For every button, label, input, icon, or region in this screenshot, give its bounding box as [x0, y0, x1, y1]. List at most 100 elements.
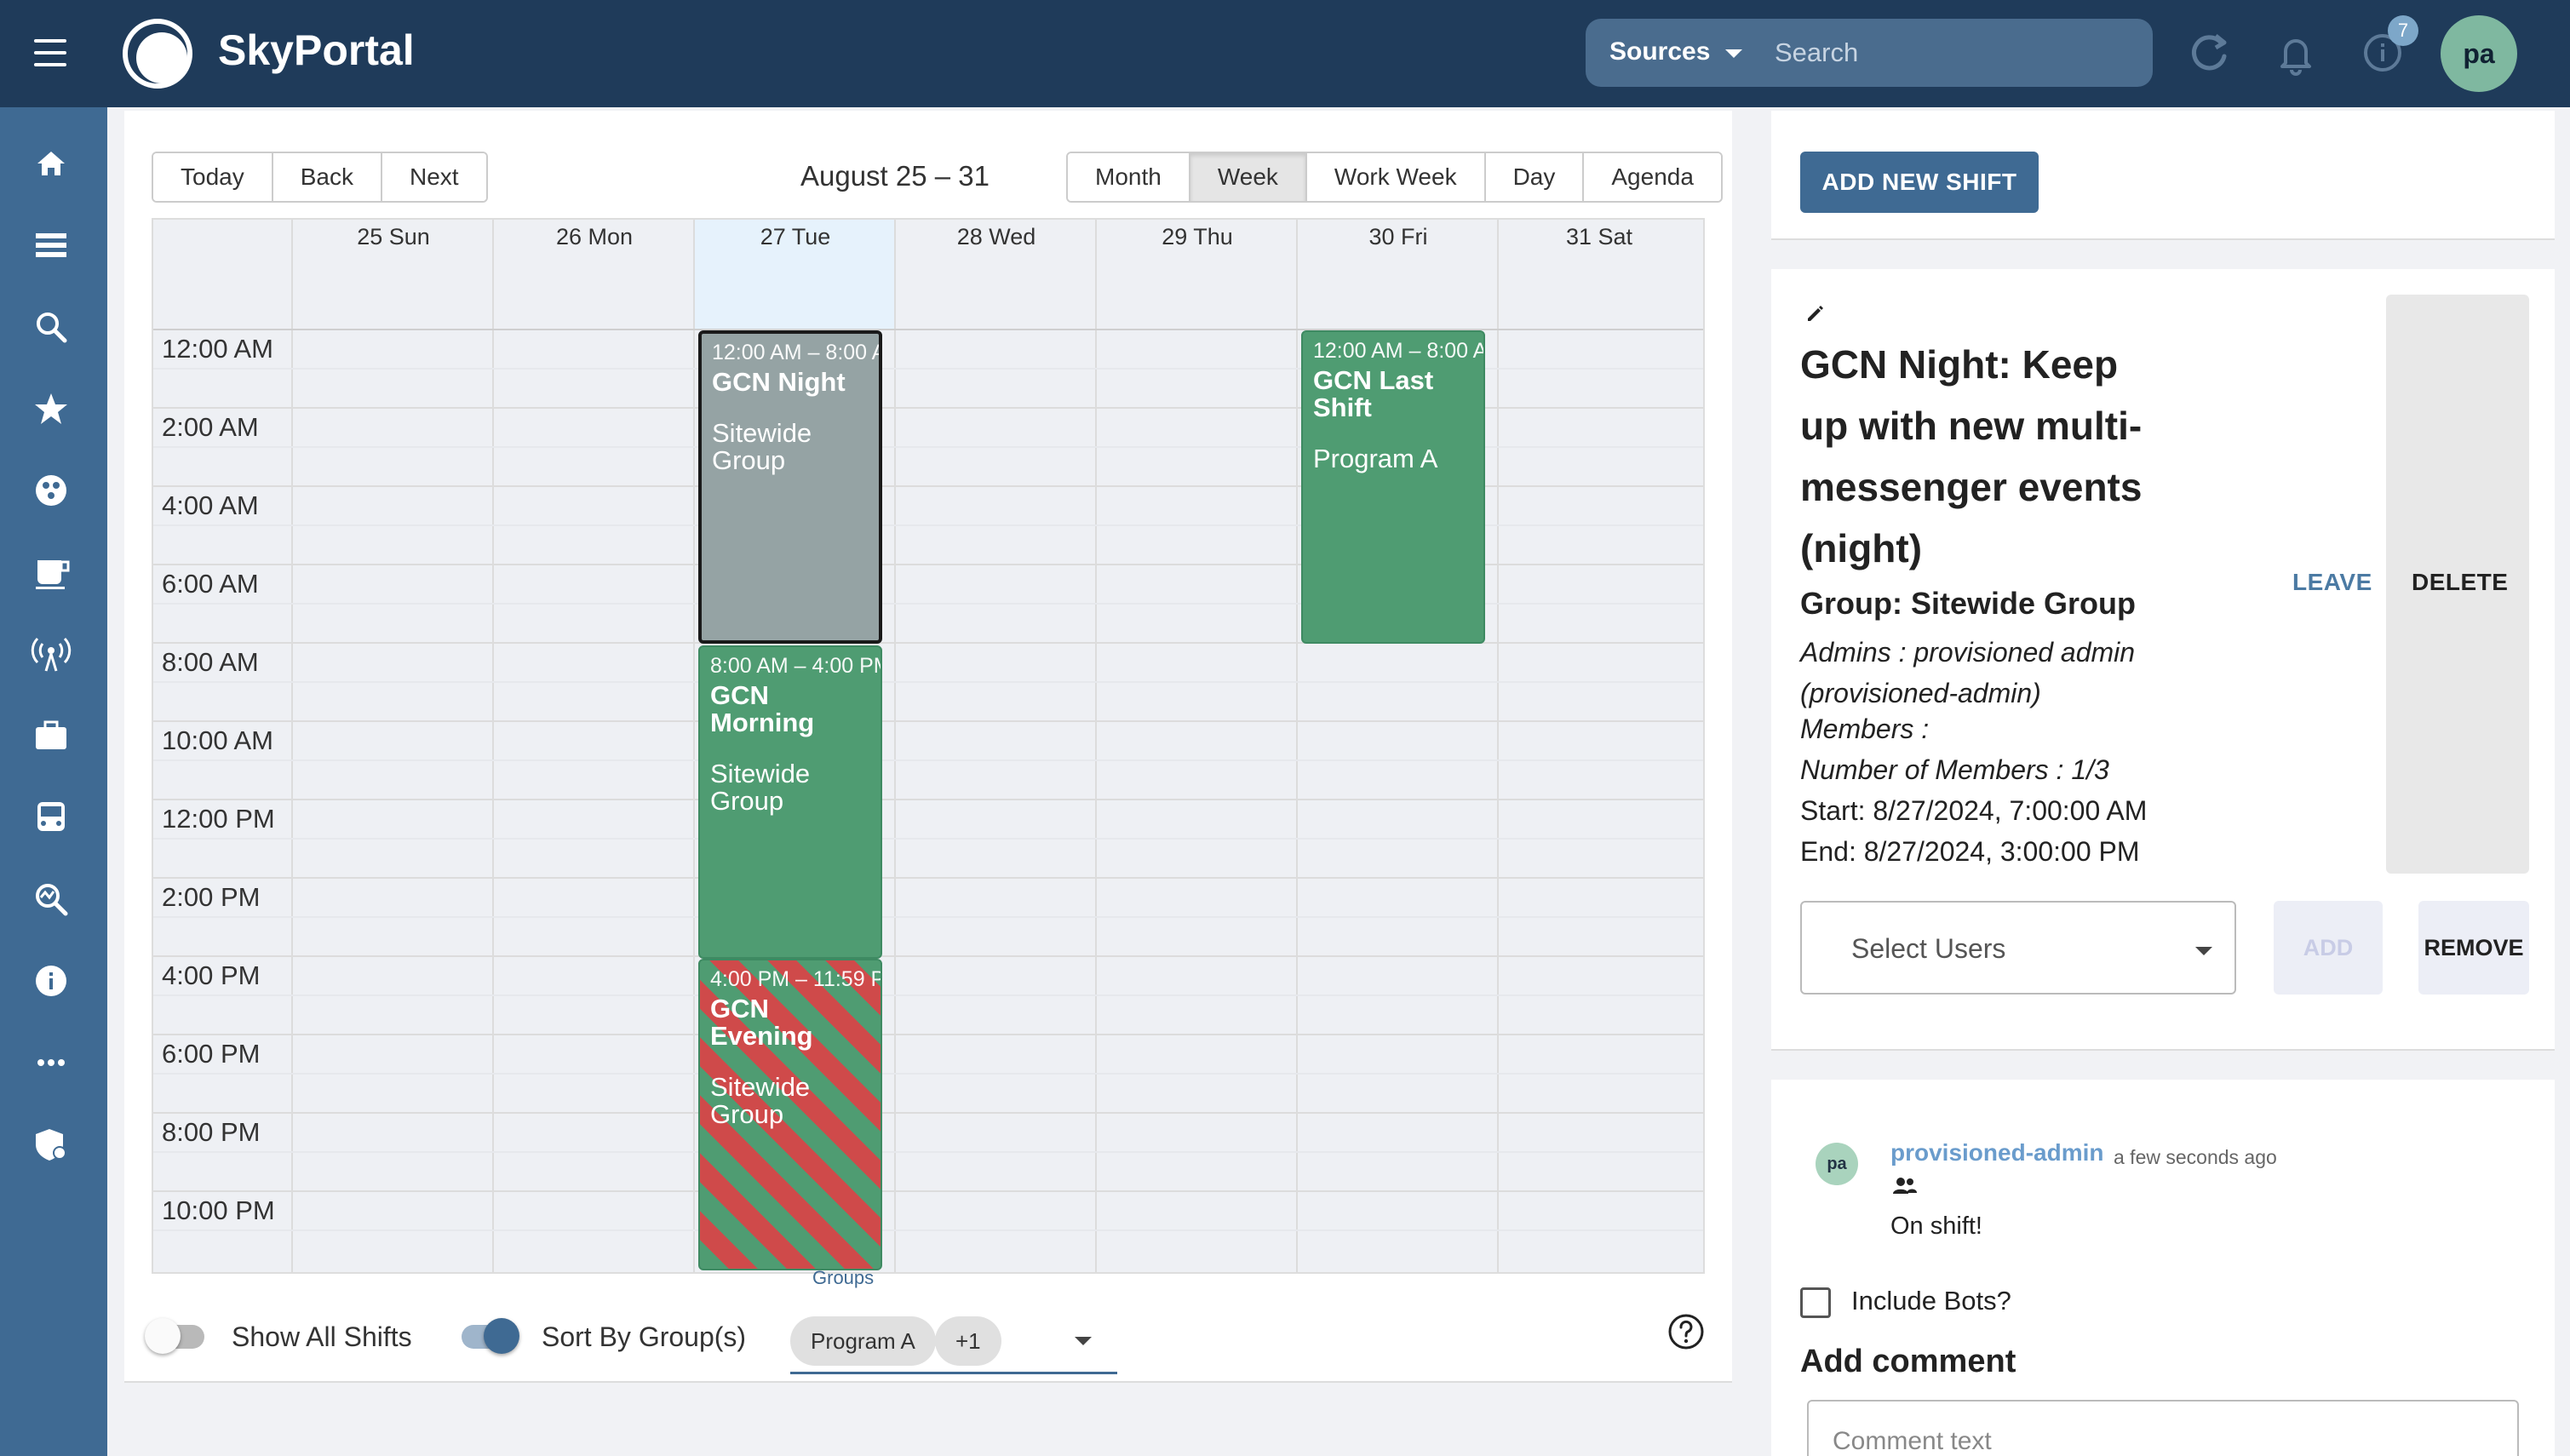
shift-member-count: Number of Members : 1/3	[1800, 754, 2109, 785]
app-title[interactable]: SkyPortal	[218, 26, 415, 75]
event-title: GCN Evening	[710, 994, 813, 1051]
menu-icon[interactable]	[34, 39, 66, 66]
event-group: Sitewide Group	[710, 759, 811, 816]
time-slot-label: 12:00 AM	[162, 334, 273, 364]
calendar-nav-buttons: Today Back Next	[152, 152, 488, 203]
time-slot-label: 8:00 PM	[162, 1117, 261, 1147]
select-users-placeholder: Select Users	[1851, 933, 2006, 964]
groups-icon[interactable]	[29, 468, 73, 513]
view-month-button[interactable]: Month	[1068, 153, 1190, 201]
view-week-button[interactable]: Week	[1190, 153, 1307, 201]
day-header[interactable]: 28 Wed	[896, 220, 1097, 254]
sort-by-group-toggle[interactable]	[456, 1311, 525, 1362]
today-button[interactable]: Today	[153, 153, 273, 201]
shift-group: Group: Sitewide Group	[1800, 586, 2136, 621]
shift-event-gcn-last-shift[interactable]: 12:00 AM – 8:00 AM GCN Last Shift Progra…	[1301, 330, 1485, 644]
include-bots-label: Include Bots?	[1851, 1286, 2011, 1316]
event-time: 12:00 AM – 8:00 AM	[712, 341, 879, 364]
comment-input[interactable]	[1833, 1427, 2497, 1456]
coffee-icon[interactable]	[29, 550, 73, 594]
next-button[interactable]: Next	[381, 153, 486, 201]
notification-badge: 7	[2388, 15, 2418, 46]
search-input[interactable]	[1775, 32, 2132, 73]
group-chip[interactable]: Program A	[790, 1316, 936, 1366]
show-all-shifts-label: Show All Shifts	[232, 1321, 412, 1352]
time-slot-label: 6:00 AM	[162, 569, 259, 599]
leave-shift-button[interactable]: LEAVE	[2292, 569, 2372, 596]
home-icon[interactable]	[29, 141, 73, 186]
event-time: 4:00 PM – 11:59 PM	[710, 967, 881, 991]
shift-event-gcn-night[interactable]: 12:00 AM – 8:00 AM GCN Night Sitewide Gr…	[698, 330, 882, 644]
comments-panel: pa provisioned-admin a few seconds ago O…	[1771, 1080, 2555, 1456]
select-users-dropdown[interactable]: Select Users	[1800, 901, 2236, 995]
day-header[interactable]: 31 Sat	[1499, 220, 1700, 254]
add-new-shift-button[interactable]: ADD NEW SHIFT	[1800, 152, 2039, 213]
comment-box	[1807, 1400, 2519, 1456]
shift-end: End: 8/27/2024, 3:00:00 PM	[1800, 836, 2140, 867]
list-icon[interactable]	[29, 223, 73, 267]
add-user-button[interactable]: ADD	[2274, 901, 2383, 995]
more-groups-chip[interactable]: +1	[935, 1316, 1001, 1366]
top-bar: SkyPortal Sources 7 pa	[0, 0, 2570, 107]
edit-icon[interactable]	[1804, 301, 1827, 325]
time-slot-label: 12:00 PM	[162, 804, 275, 834]
shift-event-gcn-evening[interactable]: 4:00 PM – 11:59 PM GCN Evening Sitewide …	[698, 959, 882, 1270]
shift-start: Start: 8/27/2024, 7:00:00 AM	[1800, 795, 2148, 826]
back-button[interactable]: Back	[272, 153, 382, 201]
date-range-label: August 25 – 31	[800, 160, 990, 192]
day-header[interactable]: 26 Mon	[494, 220, 695, 254]
more-icon[interactable]	[29, 1040, 73, 1085]
time-slot-label: 4:00 AM	[162, 490, 259, 520]
time-slot-label: 6:00 PM	[162, 1039, 261, 1069]
event-title: GCN Morning	[710, 680, 815, 737]
time-slot-label: 2:00 PM	[162, 882, 261, 912]
briefcase-icon[interactable]	[29, 714, 73, 758]
groups-select-label: Groups	[812, 1267, 875, 1288]
event-title: GCN Last Shift	[1313, 365, 1434, 422]
star-icon[interactable]	[29, 387, 73, 431]
delete-shift-button[interactable]: DELETE	[2412, 569, 2508, 596]
search-bar: Sources	[1586, 19, 2153, 87]
analysis-icon[interactable]	[29, 877, 73, 921]
group-filter-select[interactable]: Program A +1	[790, 1310, 1117, 1374]
antenna-icon[interactable]	[29, 632, 73, 676]
search-scope-select[interactable]: Sources	[1609, 37, 1710, 66]
help-icon[interactable]	[1666, 1311, 1707, 1352]
chevron-down-icon[interactable]	[2195, 947, 2212, 955]
shift-title: GCN Night: Keep up with new multi-messen…	[1800, 342, 2143, 570]
day-header[interactable]: 27 Tue	[695, 220, 896, 254]
time-slot-label: 2:00 AM	[162, 412, 259, 442]
user-avatar[interactable]: pa	[2441, 15, 2517, 92]
view-work-week-button[interactable]: Work Week	[1306, 153, 1486, 201]
shift-event-gcn-morning[interactable]: 8:00 AM – 4:00 PM GCN Morning Sitewide G…	[698, 645, 882, 959]
admin-shield-icon[interactable]	[29, 1122, 73, 1167]
sort-by-group-label: Sort By Group(s)	[542, 1321, 747, 1352]
sidebar	[0, 107, 107, 1456]
shift-admins: Admins : provisioned admin (provisioned-…	[1800, 637, 2136, 708]
group-visibility-icon	[1893, 1178, 1917, 1194]
shift-calendar: Today Back Next August 25 – 31 Month Wee…	[124, 111, 1732, 1383]
event-group: Sitewide Group	[712, 418, 812, 475]
comment-time: a few seconds ago	[2114, 1146, 2277, 1168]
bus-icon[interactable]	[29, 795, 73, 840]
skyportal-logo[interactable]	[121, 17, 194, 90]
event-time: 8:00 AM – 4:00 PM	[710, 654, 882, 678]
view-day-button[interactable]: Day	[1485, 153, 1585, 201]
chevron-down-icon[interactable]	[1725, 49, 1742, 58]
search-icon[interactable]	[29, 305, 73, 349]
view-agenda-button[interactable]: Agenda	[1584, 153, 1721, 201]
day-header[interactable]: 25 Sun	[293, 220, 494, 254]
include-bots-checkbox[interactable]	[1800, 1287, 1831, 1318]
refresh-icon[interactable]	[2183, 27, 2234, 78]
comment-avatar: pa	[1816, 1143, 1858, 1185]
comment-author[interactable]: provisioned-admin	[1890, 1139, 2103, 1167]
day-header[interactable]: 30 Fri	[1298, 220, 1499, 254]
bell-icon[interactable]	[2270, 27, 2321, 78]
chevron-down-icon[interactable]	[1075, 1337, 1092, 1345]
week-grid: 25 Sun 26 Mon 27 Tue 28 Wed 29 Thu 30 Fr…	[152, 218, 1705, 1274]
show-all-shifts-toggle[interactable]	[145, 1311, 213, 1362]
day-header[interactable]: 29 Thu	[1097, 220, 1298, 254]
about-icon[interactable]	[29, 959, 73, 1003]
remove-user-button[interactable]: REMOVE	[2418, 901, 2529, 995]
add-shift-panel: ADD NEW SHIFT	[1771, 111, 2555, 240]
